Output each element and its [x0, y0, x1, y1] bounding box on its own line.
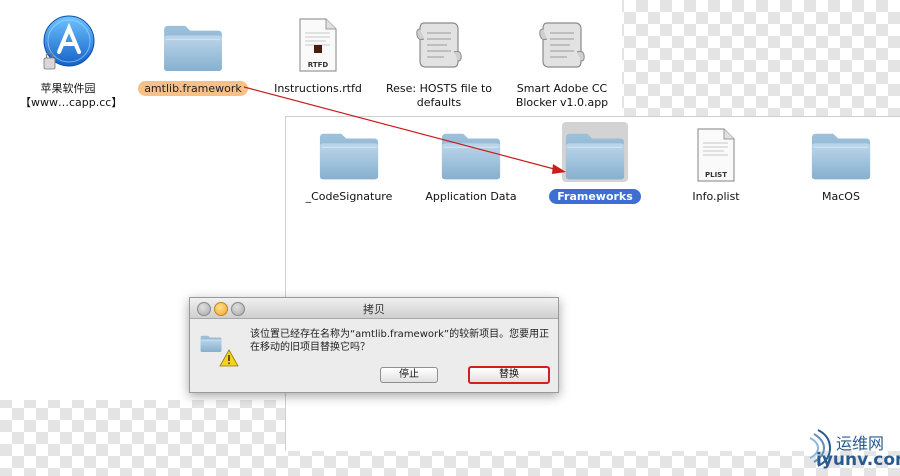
watermark-en: iyunv.com — [816, 450, 900, 470]
copy-dialog: 拷贝 该位置已经存在名称为“amtlib.framework”的较新项目。您要用… — [189, 297, 559, 393]
watermark: 运维网 iyunv.com — [796, 426, 900, 474]
dialog-titlebar: 拷贝 — [190, 298, 558, 319]
drag-arrow — [243, 86, 566, 174]
dialog-title: 拷贝 — [363, 303, 385, 316]
stop-button[interactable]: 停止 — [380, 367, 438, 383]
replace-button[interactable]: 替换 — [468, 366, 550, 384]
folder-warning-icon — [200, 334, 239, 367]
dialog-message: 该位置已经存在名称为“amtlib.framework”的较新项目。您要用正在移… — [250, 329, 550, 353]
